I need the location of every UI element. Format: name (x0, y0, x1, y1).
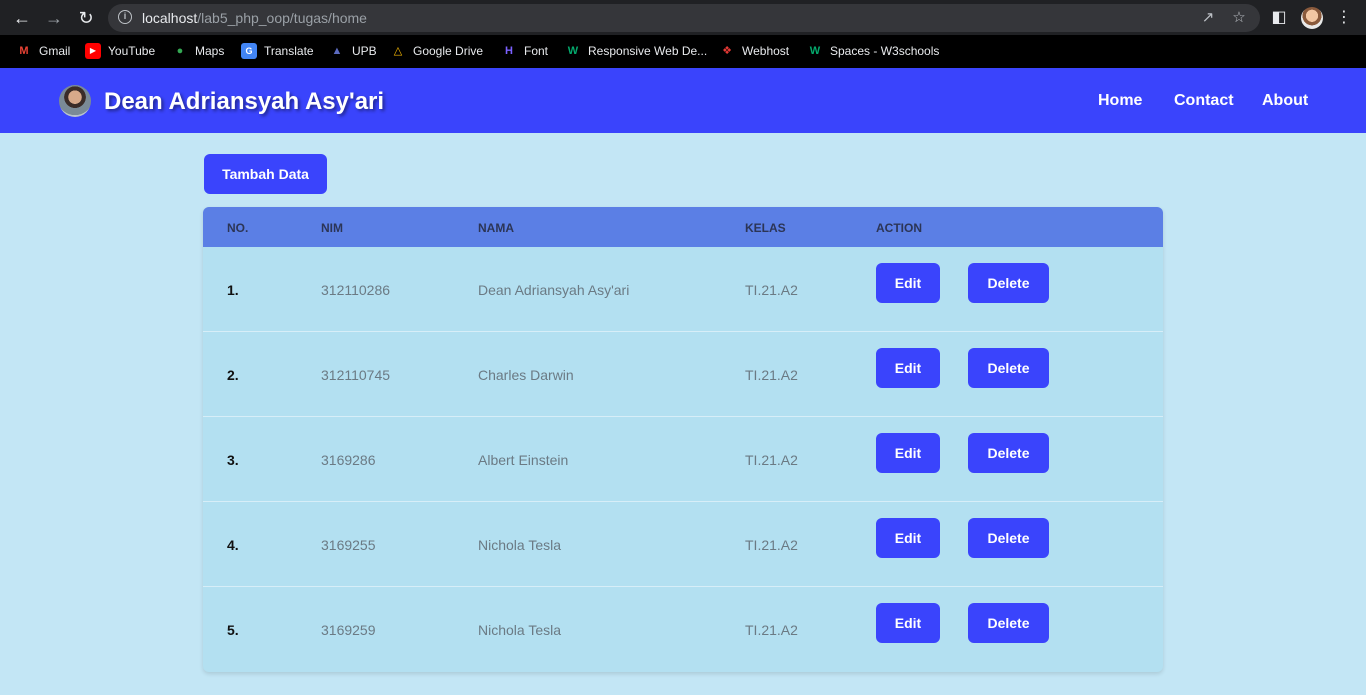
kelas-cell: TI.21.A2 (745, 367, 798, 383)
row-number: 4. (227, 537, 239, 553)
bookmark-translate[interactable]: G Translate (241, 43, 314, 59)
w3schools-icon: W (567, 45, 579, 57)
nim-cell: 3169255 (321, 537, 376, 553)
nim-cell: 312110286 (321, 282, 391, 298)
site-title: Dean Adriansyah Asy'ari (104, 88, 385, 115)
column-header-nama: NAMA (478, 221, 514, 235)
row-number: 1. (227, 282, 239, 298)
delete-button[interactable]: Delete (968, 348, 1049, 388)
bookmark-gmail[interactable]: M Gmail (16, 43, 70, 59)
avatar (59, 85, 91, 117)
column-header-action: ACTION (876, 221, 922, 235)
table-row: 3. 3169286 Albert Einstein TI.21.A2 Edit… (203, 417, 1163, 502)
nim-cell: 3169259 (321, 622, 376, 638)
back-arrow-icon[interactable]: ← (10, 6, 34, 30)
table-row: 1. 312110286 Dean Adriansyah Asy'ari TI.… (203, 247, 1163, 332)
row-number: 5. (227, 622, 239, 638)
column-header-nim: NIM (321, 221, 343, 235)
edit-button[interactable]: Edit (876, 263, 940, 303)
table-header: NO. NIM NAMA KELAS ACTION (203, 207, 1163, 247)
bookmark-font[interactable]: H Font (501, 43, 548, 59)
bookmarks-bar: M Gmail ▶ YouTube ● Maps G Translate ▲ UPB △ G… (0, 35, 1366, 68)
maps-icon: ● (176, 45, 184, 57)
delete-button[interactable]: Delete (968, 263, 1049, 303)
share-icon[interactable]: ↗ (1198, 8, 1218, 26)
edit-button[interactable]: Edit (876, 518, 940, 558)
drive-icon: △ (393, 45, 403, 57)
translate-icon: G (241, 43, 257, 59)
nav-contact-link[interactable]: Contact (1174, 92, 1234, 110)
site-info-icon[interactable]: i (118, 10, 132, 24)
youtube-icon: ▶ (85, 43, 101, 59)
bookmark-spaces-w3schools[interactable]: W Spaces - W3schools (807, 43, 940, 59)
url-text[interactable]: localhost/lab5_php_oop/tugas/home (142, 10, 367, 26)
upb-icon: ▲ (331, 45, 343, 57)
data-table: NO. NIM NAMA KELAS ACTION 1. 312110286 D… (203, 207, 1163, 672)
side-panel-icon[interactable]: ◧ (1268, 7, 1290, 27)
nama-cell: Albert Einstein (478, 452, 569, 468)
edit-button[interactable]: Edit (876, 603, 940, 643)
nama-cell: Dean Adriansyah Asy'ari (478, 282, 630, 298)
delete-button[interactable]: Delete (968, 433, 1049, 473)
bookmark-responsive-web[interactable]: W Responsive Web De... (565, 43, 707, 59)
webhost-icon: ❖ (722, 45, 732, 57)
column-header-no: NO. (227, 221, 249, 235)
font-icon: H (505, 45, 513, 57)
table-row: 2. 312110745 Charles Darwin TI.21.A2 Edi… (203, 332, 1163, 417)
nim-cell: 312110745 (321, 367, 391, 383)
w3schools-icon: W (809, 45, 821, 57)
kelas-cell: TI.21.A2 (745, 537, 798, 553)
row-number: 3. (227, 452, 239, 468)
nama-cell: Nichola Tesla (478, 622, 562, 638)
nav-about-link[interactable]: About (1262, 92, 1308, 110)
nama-cell: Charles Darwin (478, 367, 574, 383)
delete-button[interactable]: Delete (968, 603, 1049, 643)
address-bar[interactable]: i localhost/lab5_php_oop/tugas/home ↗ ☆ (108, 4, 1260, 32)
table-row: 4. 3169255 Nichola Tesla TI.21.A2 Edit D… (203, 502, 1163, 587)
add-data-button[interactable]: Tambah Data (204, 154, 327, 194)
bookmark-webhost[interactable]: ❖ Webhost (719, 43, 789, 59)
nama-cell: Nichola Tesla (478, 537, 562, 553)
kelas-cell: TI.21.A2 (745, 622, 798, 638)
profile-avatar-icon[interactable] (1301, 7, 1323, 29)
edit-button[interactable]: Edit (876, 348, 940, 388)
edit-button[interactable]: Edit (876, 433, 940, 473)
reload-icon[interactable]: ↻ (74, 6, 98, 30)
nim-cell: 3169286 (321, 452, 376, 468)
bookmark-maps[interactable]: ● Maps (172, 43, 225, 59)
bookmark-google-drive[interactable]: △ Google Drive (390, 43, 483, 59)
delete-button[interactable]: Delete (968, 518, 1049, 558)
gmail-icon: M (19, 45, 29, 57)
browser-toolbar: ← → ↻ i localhost/lab5_php_oop/tugas/hom… (0, 0, 1366, 35)
site-header: Dean Adriansyah Asy'ari Home Contact Abo… (0, 68, 1366, 133)
table-row: 5. 3169259 Nichola Tesla TI.21.A2 Edit D… (203, 587, 1163, 672)
menu-kebab-icon[interactable]: ⋮ (1333, 7, 1355, 27)
bookmark-youtube[interactable]: ▶ YouTube (85, 43, 155, 59)
column-header-kelas: KELAS (745, 221, 786, 235)
row-number: 2. (227, 367, 239, 383)
forward-arrow-icon[interactable]: → (42, 6, 66, 30)
kelas-cell: TI.21.A2 (745, 282, 798, 298)
kelas-cell: TI.21.A2 (745, 452, 798, 468)
nav-home-link[interactable]: Home (1098, 92, 1142, 110)
bookmark-upb[interactable]: ▲ UPB (329, 43, 377, 59)
bookmark-star-icon[interactable]: ☆ (1229, 8, 1249, 26)
